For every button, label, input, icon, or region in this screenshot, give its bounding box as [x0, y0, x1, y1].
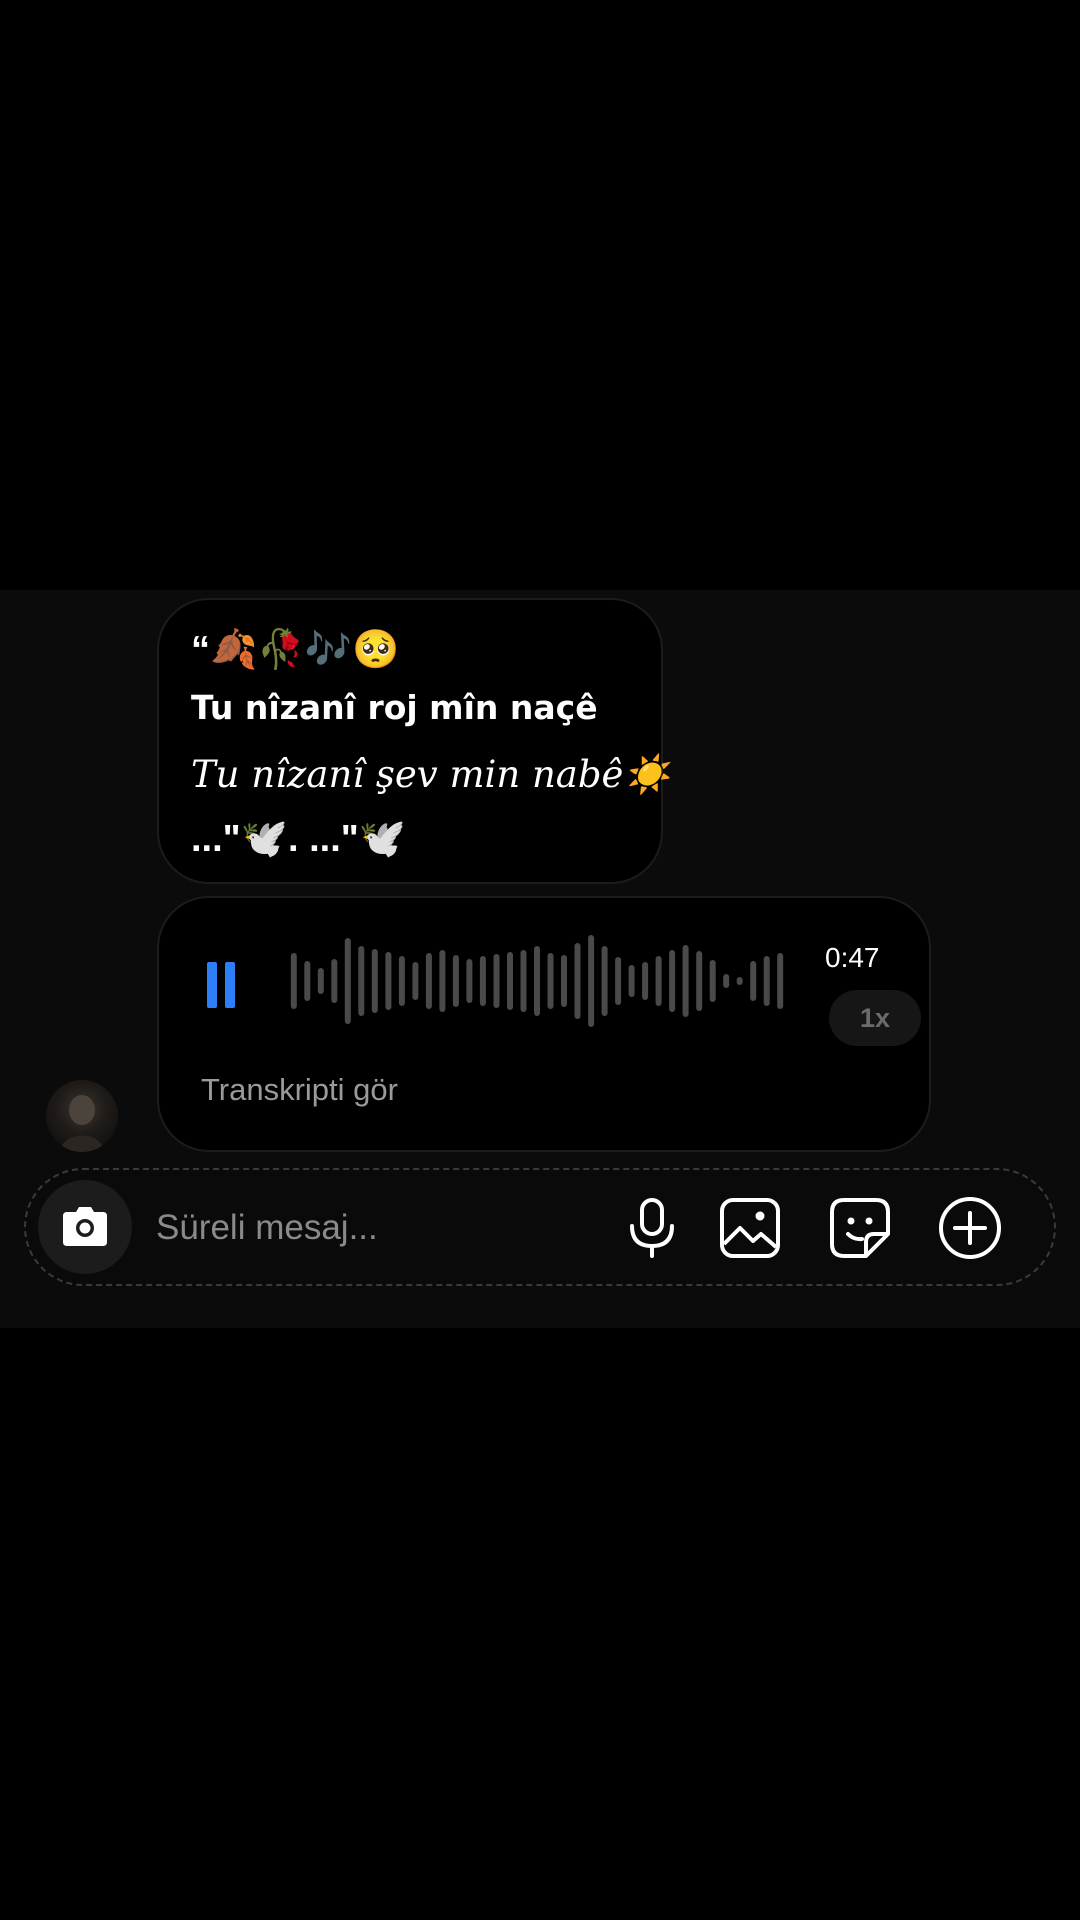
plus-circle-icon [939, 1197, 1001, 1259]
message-input[interactable] [156, 1200, 596, 1256]
gallery-button[interactable] [716, 1194, 784, 1262]
message-composer [24, 1168, 1056, 1286]
message-line-4: ..."🕊️. ..."🕊️ [191, 818, 407, 860]
avatar[interactable] [46, 1080, 118, 1152]
microphone-icon [630, 1198, 674, 1258]
message-line-2: Tu nîzanî roj mîn naçê [191, 688, 598, 727]
voice-message-bubble: 0:47 1x Transkripti gör [157, 896, 931, 1152]
view-transcript-link[interactable]: Transkripti gör [201, 1072, 398, 1108]
pause-button[interactable] [207, 962, 237, 1008]
sticker-button[interactable] [826, 1194, 894, 1262]
sticker-icon [830, 1198, 890, 1258]
gallery-icon [720, 1198, 780, 1258]
playback-speed-button[interactable]: 1x [829, 990, 921, 1046]
audio-waveform[interactable] [287, 926, 787, 1036]
message-line-1: “🍂🥀🎶🥺 [191, 629, 400, 671]
message-line-3: Tu nîzanî şev min nabê☀️ [191, 753, 670, 796]
text-message-bubble[interactable]: “🍂🥀🎶🥺 Tu nîzanî roj mîn naçê Tu nîzanî ş… [157, 598, 670, 884]
voice-duration: 0:47 [825, 942, 880, 973]
add-button[interactable] [936, 1194, 1004, 1262]
camera-icon [63, 1207, 107, 1246]
camera-button[interactable] [38, 1180, 132, 1274]
microphone-button[interactable] [618, 1194, 686, 1262]
